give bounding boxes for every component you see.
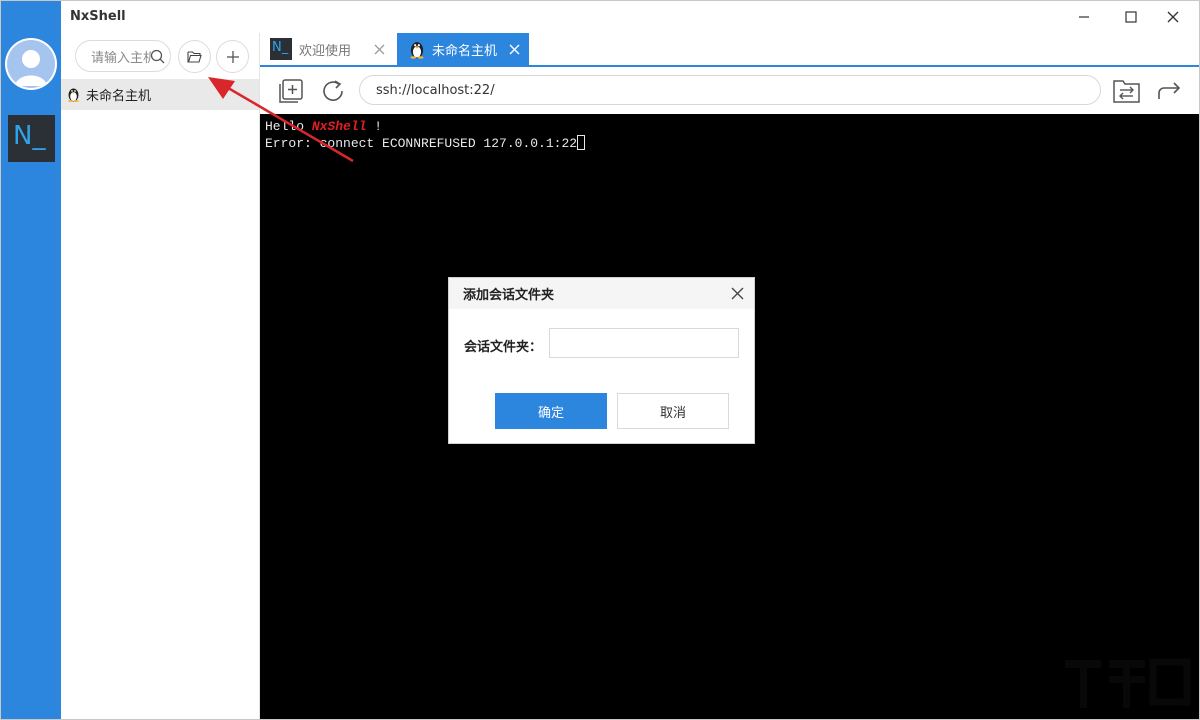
error-text: Error: connect ECONNREFUSED 127.0.0.1:22 [265, 136, 577, 151]
address-text: ssh://localhost:22/ [376, 83, 495, 98]
terminal-greeting-line: Hello NxShell ! [265, 119, 1194, 135]
folder-transfer-icon [1112, 77, 1142, 105]
search-icon [150, 49, 165, 64]
tab-bar: N_ 欢迎使用 未命名主机 [260, 33, 1199, 67]
terminal-cursor [577, 135, 585, 150]
linux-penguin-icon [67, 87, 80, 102]
tab-unnamed-host[interactable]: 未命名主机 [397, 33, 529, 65]
app-title: NxShell [70, 9, 126, 24]
minimize-button[interactable] [1064, 5, 1104, 29]
close-icon [1167, 11, 1179, 23]
add-window-icon [277, 77, 305, 105]
confirm-button[interactable]: 确定 [495, 393, 607, 429]
folder-open-icon [187, 50, 202, 63]
avatar-icon [7, 40, 55, 88]
nxshell-logo-icon[interactable]: N_ [8, 115, 55, 162]
tab-welcome[interactable]: N_ 欢迎使用 [266, 33, 394, 65]
tab-close-button[interactable] [372, 42, 386, 56]
terminal-error-line: Error: connect ECONNREFUSED 127.0.0.1:22 [265, 135, 1194, 152]
forward-button[interactable] [1153, 75, 1185, 107]
minimize-icon [1078, 11, 1090, 23]
add-folder-dialog: 添加会话文件夹 会话文件夹： 确定 取消 [448, 277, 755, 444]
address-bar[interactable]: ssh://localhost:22/ [359, 75, 1101, 105]
new-terminal-button[interactable] [275, 75, 307, 107]
rail-logo-text: N_ [13, 121, 45, 151]
maximize-button[interactable] [1111, 5, 1151, 29]
title-bar: NxShell [61, 1, 1199, 33]
nxshell-logo-icon: N_ [270, 38, 292, 60]
nxshell-window: N_ NxShell 请输入主机 [0, 0, 1200, 720]
greeting-suffix: ! [366, 119, 382, 134]
session-sidebar: 请输入主机 未命名主机 [61, 33, 260, 719]
reconnect-button[interactable] [317, 75, 349, 107]
user-avatar[interactable] [5, 38, 57, 90]
toolbar: ssh://localhost:22/ [260, 67, 1199, 114]
close-icon [374, 44, 385, 55]
plus-icon [226, 50, 240, 64]
dialog-header: 添加会话文件夹 [449, 278, 754, 309]
left-rail: N_ [1, 1, 61, 719]
close-icon [509, 44, 520, 55]
maximize-icon [1125, 11, 1137, 23]
refresh-icon [319, 77, 347, 105]
sftp-transfer-button[interactable] [1111, 75, 1143, 107]
tab-label: 未命名主机 [432, 40, 497, 59]
search-input[interactable]: 请输入主机 [91, 47, 151, 66]
redo-arrow-icon [1155, 77, 1183, 105]
add-session-button[interactable] [216, 40, 249, 73]
tab-close-button[interactable] [507, 42, 521, 56]
search-box[interactable]: 请输入主机 [75, 40, 171, 72]
close-icon [730, 286, 745, 301]
session-item[interactable]: 未命名主机 [61, 79, 259, 110]
add-folder-button[interactable] [178, 40, 211, 73]
tab-logo-text: N_ [272, 40, 288, 55]
cancel-button[interactable]: 取消 [617, 393, 729, 429]
linux-penguin-icon [409, 40, 425, 59]
session-label: 未命名主机 [86, 85, 151, 104]
greeting-prefix: Hello [265, 119, 312, 134]
close-window-button[interactable] [1153, 5, 1193, 29]
tab-label: 欢迎使用 [299, 40, 351, 59]
dialog-title: 添加会话文件夹 [463, 284, 554, 303]
watermark-logo [1063, 656, 1193, 716]
folder-name-input[interactable] [549, 328, 739, 358]
folder-name-label: 会话文件夹： [464, 336, 542, 355]
dialog-close-button[interactable] [730, 286, 745, 301]
greeting-brand: NxShell [312, 119, 367, 134]
